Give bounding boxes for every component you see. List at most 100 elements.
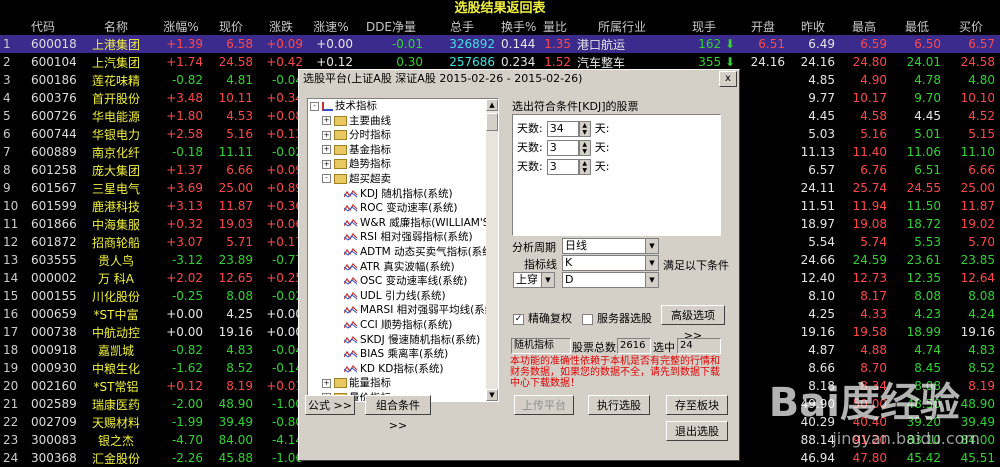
param-input[interactable]: 34	[546, 121, 579, 137]
column-header[interactable]: 涨跌	[256, 17, 306, 35]
column-header[interactable]: 昨收	[788, 17, 838, 35]
server-checkbox[interactable]: 服务器选股	[582, 310, 652, 326]
tree-group[interactable]: + 分时指标	[308, 128, 498, 143]
cell-code: 601872	[31, 235, 76, 249]
tree-indicator-item[interactable]: UDL 引力线(系统)	[308, 289, 498, 304]
column-header[interactable]: 最高	[838, 17, 890, 35]
cell-name: 瑞康医药	[91, 397, 140, 412]
expand-icon[interactable]: +	[322, 159, 331, 169]
tree-label: 能量指标	[349, 377, 391, 390]
advanced-options-button[interactable]: 高级选项 >>	[661, 305, 725, 342]
column-header[interactable]: 所属行业	[574, 17, 670, 35]
indicator-curve-icon	[344, 320, 358, 329]
table-row[interactable]: 1 600018 上港集团 +1.39 6.58 +0.09 +0.00 -0.01 32689…	[0, 35, 1000, 53]
tree-indicator-item[interactable]: MARSI 相对强弱平均线(系统)	[308, 303, 498, 318]
cross-select[interactable]: 上穿 ▼	[513, 272, 555, 288]
row-index: 4	[3, 91, 11, 105]
cell-high: 6.59	[838, 35, 890, 53]
upload-platform-button[interactable]: 上传平台	[514, 395, 574, 415]
tree-indicator-item[interactable]: KD KD指标(系统)	[308, 362, 498, 377]
cell-name: 中海集服	[91, 217, 140, 232]
tree-indicator-item[interactable]: BIAS 乘离率(系统)	[308, 347, 498, 362]
scroll-thumb[interactable]	[486, 113, 498, 131]
expand-icon[interactable]: +	[322, 145, 331, 155]
cell-name: 中粮生化	[91, 361, 140, 376]
total-label: 股票总数	[572, 341, 616, 354]
tree-indicator-item[interactable]: ADTM 动态买卖气指标(系统)	[308, 245, 498, 260]
server-label: 服务器选股	[597, 312, 652, 325]
tree-group[interactable]: + 趋势指标	[308, 157, 498, 172]
tree-scrollbar[interactable]: ▲ ▼	[486, 99, 498, 401]
param-input[interactable]: 3	[546, 159, 579, 175]
cell-price: 4.83	[226, 343, 253, 357]
column-header[interactable]: 现手	[670, 17, 738, 35]
tree-indicator-item[interactable]: ROC 变动速率(系统)	[308, 201, 498, 216]
tree-group-overbought[interactable]: - 超买超卖	[308, 172, 498, 187]
column-header[interactable]: 量比	[536, 17, 574, 35]
cell-open	[738, 449, 788, 467]
cell-vol: 326892	[426, 35, 498, 53]
tree-indicator-item[interactable]: RSI 相对强弱指标(系统)	[308, 230, 498, 245]
tree-indicator-item[interactable]: OSC 变动速率线(系统)	[308, 274, 498, 289]
tree-item-technical[interactable]: - 技术指标	[308, 99, 498, 114]
cell-low: 4.74	[914, 343, 941, 357]
tree-group[interactable]: + 主要曲线	[308, 114, 498, 129]
column-header[interactable]: 涨速%	[306, 17, 356, 35]
row-index: 11	[3, 217, 19, 231]
cell-name: 贵人鸟	[97, 253, 134, 268]
indicator-tree[interactable]: - 技术指标 + 主要曲线 + 分时指标 + 基金指标 + 趋势指标 - 超买超卖 KDJ 随机指标(系…	[307, 98, 499, 402]
column-header[interactable]: 买价	[944, 17, 998, 35]
cell-high: 11.94	[852, 199, 887, 213]
cell-prev: 4.87	[808, 343, 835, 357]
column-header[interactable]: DDE净量	[356, 17, 426, 35]
tree-indicator-item[interactable]: W&R 威廉指标(WILLIAM'S %R)	[308, 216, 498, 231]
chevron-down-icon: ▼	[645, 273, 658, 287]
adjust-checkbox[interactable]: ✓ 精确复权	[513, 310, 572, 326]
param-label: 天数:	[517, 141, 543, 154]
param-input[interactable]: 3	[546, 140, 579, 156]
save-to-sector-button[interactable]: 存至板块	[666, 395, 728, 415]
tree-group[interactable]: + 能量指标	[308, 376, 498, 391]
row-index: 14	[3, 271, 19, 285]
column-header[interactable]: 最低	[890, 17, 944, 35]
formula-button[interactable]: 公式 >>	[305, 395, 355, 415]
tree-indicator-item[interactable]: KDJ 随机指标(系统)	[308, 187, 498, 202]
indicator-line-select[interactable]: K ▼	[562, 255, 659, 271]
period-select[interactable]: 日线 ▼	[562, 238, 659, 254]
tree-label: KD KD指标(系统)	[360, 362, 444, 375]
spinner-icon[interactable]: ▲ ▼	[578, 140, 591, 156]
cross-target-select[interactable]: D ▼	[562, 272, 659, 288]
column-header[interactable]: 涨幅%	[156, 17, 206, 35]
column-header[interactable]: 开盘	[738, 17, 788, 35]
collapse-icon[interactable]: -	[322, 174, 331, 184]
collapse-icon[interactable]: -	[310, 101, 319, 111]
tree-indicator-item[interactable]: SKDJ 慢速随机指标(系统)	[308, 333, 498, 348]
execute-pick-button[interactable]: 执行选股	[588, 395, 650, 415]
period-value: 日线	[565, 239, 587, 252]
tree-indicator-item[interactable]: CCI 顺势指标(系统)	[308, 318, 498, 333]
row-index: 22	[3, 415, 19, 429]
close-icon[interactable]: x	[719, 71, 737, 87]
scroll-down-icon[interactable]: ▼	[486, 389, 498, 401]
column-header[interactable]: 换手%	[498, 17, 536, 35]
spinner-icon[interactable]: ▲ ▼	[578, 121, 591, 137]
cell-prev: 12.40	[800, 271, 835, 285]
column-header[interactable]: 现价	[206, 17, 256, 35]
expand-icon[interactable]: +	[322, 130, 331, 140]
expand-icon[interactable]: +	[322, 116, 331, 126]
scroll-up-icon[interactable]: ▲	[486, 99, 498, 111]
tree-label: ROC 变动速率(系统)	[360, 202, 458, 215]
cell-open	[738, 269, 788, 287]
spinner-icon[interactable]: ▲ ▼	[578, 159, 591, 175]
column-header[interactable]: 总手	[426, 17, 498, 35]
expand-icon[interactable]: +	[322, 378, 331, 388]
tree-indicator-item[interactable]: ATR 真实波幅(系统)	[308, 260, 498, 275]
column-header[interactable]: 代码	[28, 17, 76, 35]
exit-pick-button[interactable]: 退出选股	[666, 421, 728, 441]
cell-code: 002160	[31, 379, 76, 393]
cell-code: 600186	[31, 73, 76, 87]
combo-condition-button[interactable]: 组合条件 >>	[365, 395, 431, 432]
cell-high: 6.76	[860, 163, 887, 177]
tree-group[interactable]: + 基金指标	[308, 143, 498, 158]
column-header[interactable]: 名称	[76, 17, 156, 35]
